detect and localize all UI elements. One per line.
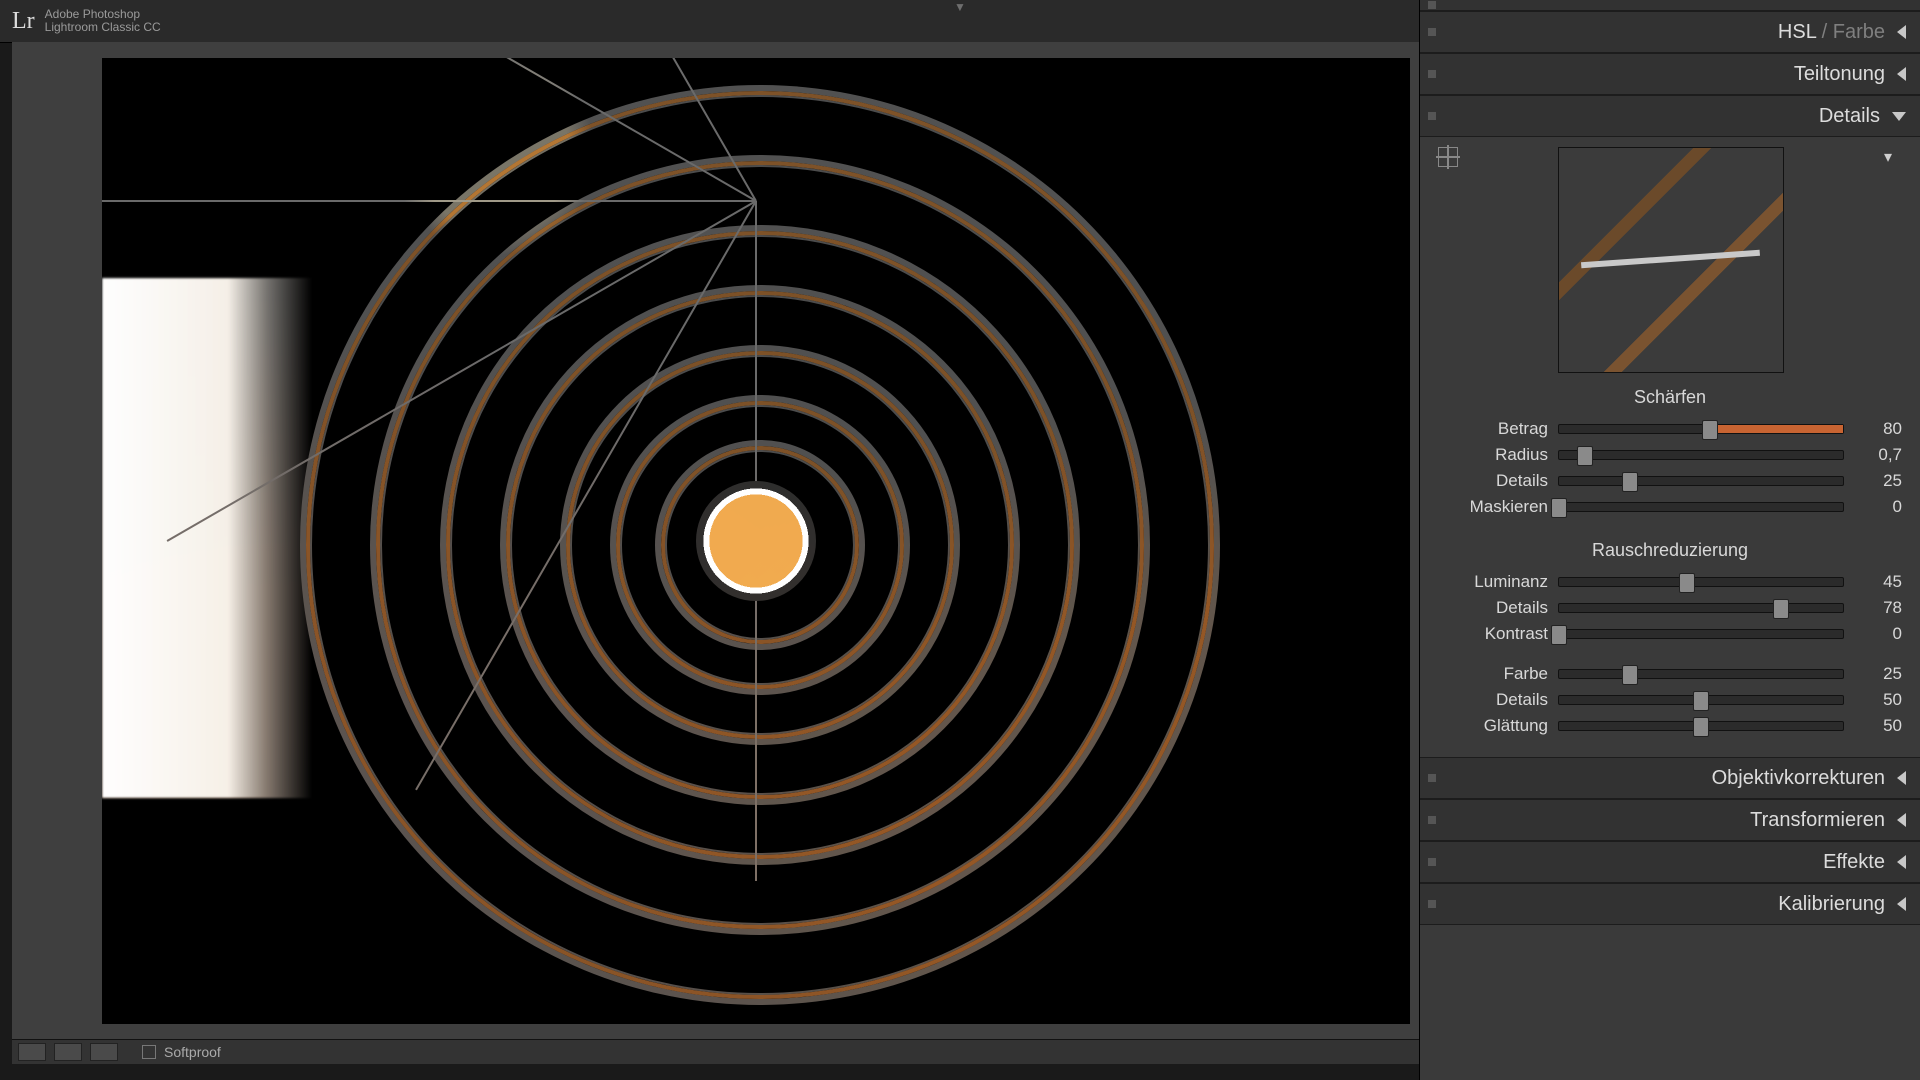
panel-title-kalibrierung: Kalibrierung — [1778, 893, 1885, 916]
detail-target-picker-icon[interactable] — [1438, 147, 1458, 167]
panel-title-effekte: Effekte — [1823, 851, 1885, 874]
collapse-left-icon[interactable] — [1897, 25, 1906, 39]
expand-down-icon[interactable] — [1892, 112, 1906, 121]
panel-switch-icon[interactable] — [1428, 900, 1436, 908]
sharpen-section-title: Schärfen — [1438, 387, 1902, 408]
detail-zoom-preview[interactable] — [1558, 147, 1784, 373]
view-survey-button[interactable] — [90, 1043, 118, 1061]
value-kontrast[interactable]: 0 — [1854, 624, 1902, 644]
loupe-view-canvas — [12, 42, 1420, 1052]
app-suite-line2: Lightroom Classic CC — [45, 20, 161, 34]
top-panel-grip-icon[interactable]: ▼ — [954, 0, 966, 14]
slider-row-kontrast: Kontrast 0 — [1438, 621, 1902, 647]
panel-title-details: Details — [1819, 105, 1880, 128]
label-maskieren: Maskieren — [1438, 497, 1548, 517]
panel-switch-icon[interactable] — [1428, 70, 1436, 78]
slider-noise-details[interactable] — [1558, 603, 1844, 613]
details-panel-body: ▾ Schärfen Betrag 80 Radius 0,7 Details … — [1420, 137, 1920, 757]
label-radius: Radius — [1438, 445, 1548, 465]
softproof-checkbox[interactable] — [142, 1045, 156, 1059]
view-loupe-button[interactable] — [18, 1043, 46, 1061]
slider-row-glaettung: Glättung 50 — [1438, 713, 1902, 739]
hsl-title-part-b: Farbe — [1833, 21, 1885, 43]
slider-row-luminanz: Luminanz 45 — [1438, 569, 1902, 595]
value-farbe[interactable]: 25 — [1854, 664, 1902, 684]
panel-header-gradationskurve[interactable] — [1420, 0, 1920, 11]
secondary-toolbar: Softproof — [12, 1039, 1432, 1064]
hsl-title-part-a: HSL — [1778, 21, 1816, 43]
panel-header-hsl-farbe[interactable]: HSL / Farbe — [1420, 11, 1920, 53]
slider-farbe-details[interactable] — [1558, 695, 1844, 705]
panel-switch-icon[interactable] — [1428, 112, 1436, 120]
collapse-left-icon[interactable] — [1897, 897, 1906, 911]
slider-glaettung[interactable] — [1558, 721, 1844, 731]
slider-kontrast[interactable] — [1558, 629, 1844, 639]
slider-row-sharpen-details: Details 25 — [1438, 468, 1902, 494]
panel-header-kalibrierung[interactable]: Kalibrierung — [1420, 883, 1920, 925]
panel-switch-icon[interactable] — [1428, 774, 1436, 782]
app-logo-text: Lr — [12, 8, 35, 35]
slider-sharpen-details[interactable] — [1558, 476, 1844, 486]
panel-title-objektivkorrekturen: Objektivkorrekturen — [1712, 767, 1885, 790]
label-farbe: Farbe — [1438, 664, 1548, 684]
slider-maskieren[interactable] — [1558, 502, 1844, 512]
collapse-left-icon[interactable] — [1897, 771, 1906, 785]
panel-header-effekte[interactable]: Effekte — [1420, 841, 1920, 883]
slider-row-farbe: Farbe 25 — [1438, 661, 1902, 687]
slider-row-noise-details: Details 78 — [1438, 595, 1902, 621]
collapse-left-icon[interactable] — [1897, 855, 1906, 869]
edited-photo[interactable] — [102, 58, 1410, 1024]
panel-switch-icon[interactable] — [1428, 816, 1436, 824]
panel-header-teiltonung[interactable]: Teiltonung — [1420, 53, 1920, 95]
panel-switch-icon[interactable] — [1428, 858, 1436, 866]
label-farbe-details: Details — [1438, 690, 1548, 710]
slider-row-farbe-details: Details 50 — [1438, 687, 1902, 713]
panel-header-details[interactable]: Details — [1420, 95, 1920, 137]
label-glaettung: Glättung — [1438, 716, 1548, 736]
panel-title-hsl-farbe: HSL / Farbe — [1778, 21, 1885, 44]
panel-header-transformieren[interactable]: Transformieren — [1420, 799, 1920, 841]
panel-title-teiltonung: Teiltonung — [1794, 63, 1885, 86]
value-glaettung[interactable]: 50 — [1854, 716, 1902, 736]
collapse-left-icon[interactable] — [1897, 813, 1906, 827]
develop-right-panel: HSL / Farbe Teiltonung Details ▾ Schärfe… — [1419, 0, 1920, 1080]
value-radius[interactable]: 0,7 — [1854, 445, 1902, 465]
value-noise-details[interactable]: 78 — [1854, 598, 1902, 618]
label-kontrast: Kontrast — [1438, 624, 1548, 644]
value-betrag[interactable]: 80 — [1854, 419, 1902, 439]
softproof-label: Softproof — [164, 1044, 221, 1060]
panel-switch-icon[interactable] — [1428, 28, 1436, 36]
slider-row-maskieren: Maskieren 0 — [1438, 494, 1902, 520]
value-farbe-details[interactable]: 50 — [1854, 690, 1902, 710]
value-maskieren[interactable]: 0 — [1854, 497, 1902, 517]
app-suite-name: Adobe Photoshop Lightroom Classic CC — [45, 8, 161, 33]
hsl-title-sep: / — [1816, 21, 1833, 43]
slider-row-betrag: Betrag 80 — [1438, 416, 1902, 442]
label-luminanz: Luminanz — [1438, 572, 1548, 592]
label-betrag: Betrag — [1438, 419, 1548, 439]
value-sharpen-details[interactable]: 25 — [1854, 471, 1902, 491]
panel-header-objektivkorrekturen[interactable]: Objektivkorrekturen — [1420, 757, 1920, 799]
label-noise-details: Details — [1438, 598, 1548, 618]
label-sharpen-details: Details — [1438, 471, 1548, 491]
panel-title-transformieren: Transformieren — [1750, 809, 1885, 832]
panel-switch-icon[interactable] — [1428, 1, 1436, 9]
collapse-left-icon[interactable] — [1897, 67, 1906, 81]
slider-farbe[interactable] — [1558, 669, 1844, 679]
detail-disclosure-icon[interactable]: ▾ — [1884, 147, 1902, 167]
view-compare-button[interactable] — [54, 1043, 82, 1061]
noise-section-title: Rauschreduzierung — [1438, 540, 1902, 561]
slider-row-radius: Radius 0,7 — [1438, 442, 1902, 468]
slider-radius[interactable] — [1558, 450, 1844, 460]
slider-luminanz[interactable] — [1558, 577, 1844, 587]
value-luminanz[interactable]: 45 — [1854, 572, 1902, 592]
slider-betrag[interactable] — [1558, 424, 1844, 434]
